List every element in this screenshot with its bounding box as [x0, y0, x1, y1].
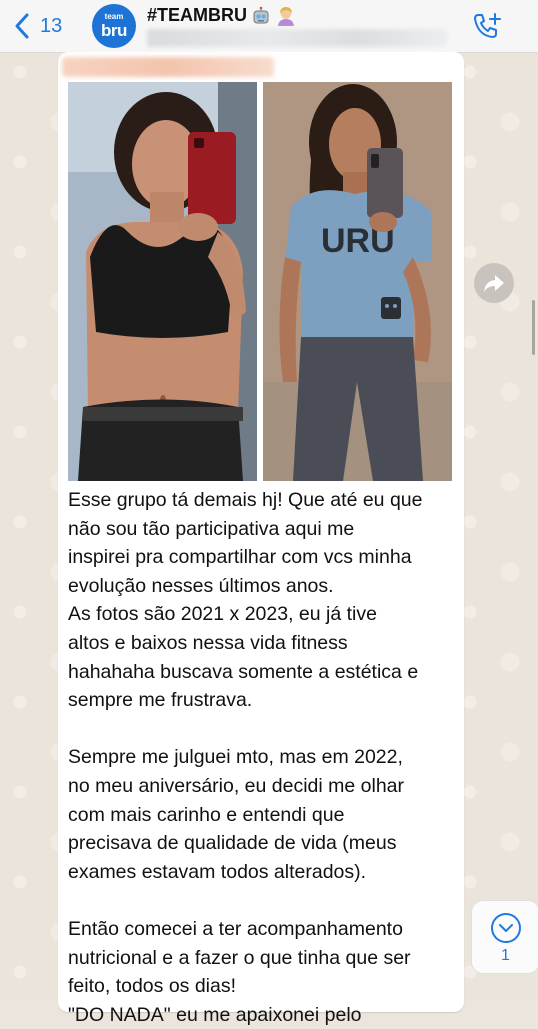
photo-before-image	[68, 82, 257, 481]
group-title[interactable]: #TEAMBRU	[147, 5, 297, 26]
sender-name-blurred	[62, 57, 274, 77]
scroll-to-bottom-button[interactable]: 1	[471, 900, 538, 974]
text-line: Então comecei a ter acompanhamento	[68, 917, 403, 940]
unread-messages-count: 1	[501, 947, 510, 964]
forward-button[interactable]	[474, 263, 514, 303]
avatar-small-text: team	[104, 12, 124, 21]
photo-after-image: URU	[263, 82, 452, 481]
text-line: feito, todos os dias!	[68, 975, 237, 998]
text-line: no meu aniversário, eu decidi me olhar	[68, 774, 405, 797]
group-avatar[interactable]: team bru	[92, 4, 136, 48]
back-button[interactable]: 13	[14, 10, 62, 42]
group-title-text: #TEAMBRU	[147, 5, 248, 25]
woman-tipping-hand-emoji-icon	[278, 6, 295, 26]
text-line: As fotos são 2021 x 2023, eu já tive	[68, 603, 377, 626]
text-line: hahahaha buscava somente a estética e	[68, 660, 419, 683]
text-line: sempre me frustrava.	[68, 689, 253, 712]
unread-chats-count: 13	[40, 14, 63, 37]
forward-arrow-icon	[484, 275, 504, 292]
avatar-big-text: bru	[101, 21, 127, 40]
text-line: exames estavam todos alterados).	[68, 860, 367, 883]
chevron-down-icon	[490, 913, 521, 943]
photo-before[interactable]	[68, 82, 257, 481]
text-line: "DO NADA" eu me apaixonei pelo	[68, 1003, 362, 1026]
text-line: evolução nesses últimos anos.	[68, 574, 334, 597]
add-call-button[interactable]	[472, 12, 502, 40]
group-members-blurred	[147, 29, 447, 47]
chat-header: 13 team bru #TEAMBRU	[0, 0, 538, 53]
text-line: inspirei pra compartilhar com vcs minha	[68, 546, 412, 569]
text-line: com mais carinho e entendi que	[68, 803, 345, 826]
scrollbar[interactable]	[532, 300, 535, 355]
text-line: precisava de qualidade de vida (meus	[68, 832, 397, 855]
text-line: altos e baixos nessa vida fitness	[68, 631, 348, 654]
phone-plus-icon	[474, 13, 501, 38]
robot-face-emoji-icon	[253, 6, 269, 23]
text-line: não sou tão participativa aqui me	[68, 517, 355, 540]
message-text: Esse grupo tá demais hj! Que até eu que …	[68, 486, 460, 1029]
text-line: Sempre me julguei mto, mas em 2022,	[68, 746, 403, 769]
text-line: nutricional e a fazer o que tinha que se…	[68, 946, 411, 969]
photo-after[interactable]: URU	[263, 82, 452, 481]
chevron-left-icon	[15, 13, 29, 39]
text-line: Esse grupo tá demais hj! Que até eu que	[68, 489, 423, 511]
